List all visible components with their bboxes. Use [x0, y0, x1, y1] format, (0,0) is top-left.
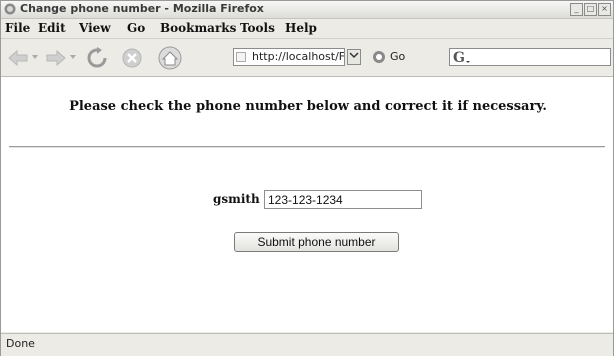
reload-icon[interactable] — [85, 46, 109, 70]
url-text: http://localhost/F — [252, 50, 344, 63]
menu-help[interactable]: Help — [285, 21, 317, 35]
forward-icon[interactable] — [45, 49, 67, 67]
page-content: Please check the phone number below and … — [1, 77, 613, 332]
search-engine-icon[interactable]: G — [453, 50, 473, 65]
svg-text:G: G — [453, 50, 465, 65]
go-button[interactable]: Go — [390, 50, 405, 63]
url-history-dropdown[interactable] — [347, 49, 361, 65]
menu-bar: File Edit View Go Bookmarks Tools Help — [1, 19, 613, 39]
menu-tools[interactable]: Tools — [240, 21, 275, 35]
home-icon[interactable] — [157, 45, 183, 71]
page-favicon-icon — [236, 52, 246, 62]
navigation-toolbar: http://localhost/F Go G — [1, 39, 613, 77]
status-text: Done — [6, 337, 35, 350]
minimize-button[interactable]: _ — [570, 3, 583, 16]
browser-window: Change phone number - Mozilla Firefox _ … — [0, 0, 614, 356]
close-button[interactable]: × — [598, 3, 611, 16]
instruction-message: Please check the phone number below and … — [69, 99, 547, 114]
back-dropdown-icon[interactable] — [31, 53, 39, 61]
phone-number-input[interactable] — [264, 190, 422, 209]
search-field[interactable]: G — [449, 48, 611, 66]
forward-dropdown-icon[interactable] — [69, 53, 77, 61]
url-field[interactable]: http://localhost/F — [233, 48, 345, 66]
menu-go[interactable]: Go — [127, 21, 145, 35]
menu-file[interactable]: File — [5, 21, 30, 35]
status-bar: Done — [1, 333, 613, 356]
maximize-button[interactable]: □ — [584, 3, 597, 16]
submit-phone-button[interactable]: Submit phone number — [234, 232, 399, 252]
menu-edit[interactable]: Edit — [38, 21, 66, 35]
username-label: gsmith — [213, 192, 260, 206]
go-icon[interactable] — [372, 50, 386, 64]
title-bar: Change phone number - Mozilla Firefox _ … — [1, 1, 613, 19]
firefox-icon — [4, 3, 16, 15]
stop-icon[interactable] — [121, 47, 143, 69]
chevron-down-icon — [349, 52, 359, 59]
menu-bookmarks[interactable]: Bookmarks — [160, 21, 236, 35]
menu-view[interactable]: View — [79, 21, 111, 35]
window-title: Change phone number - Mozilla Firefox — [20, 2, 264, 15]
back-icon[interactable] — [7, 49, 29, 67]
window-controls: _ □ × — [570, 3, 611, 16]
horizontal-divider — [9, 146, 605, 148]
